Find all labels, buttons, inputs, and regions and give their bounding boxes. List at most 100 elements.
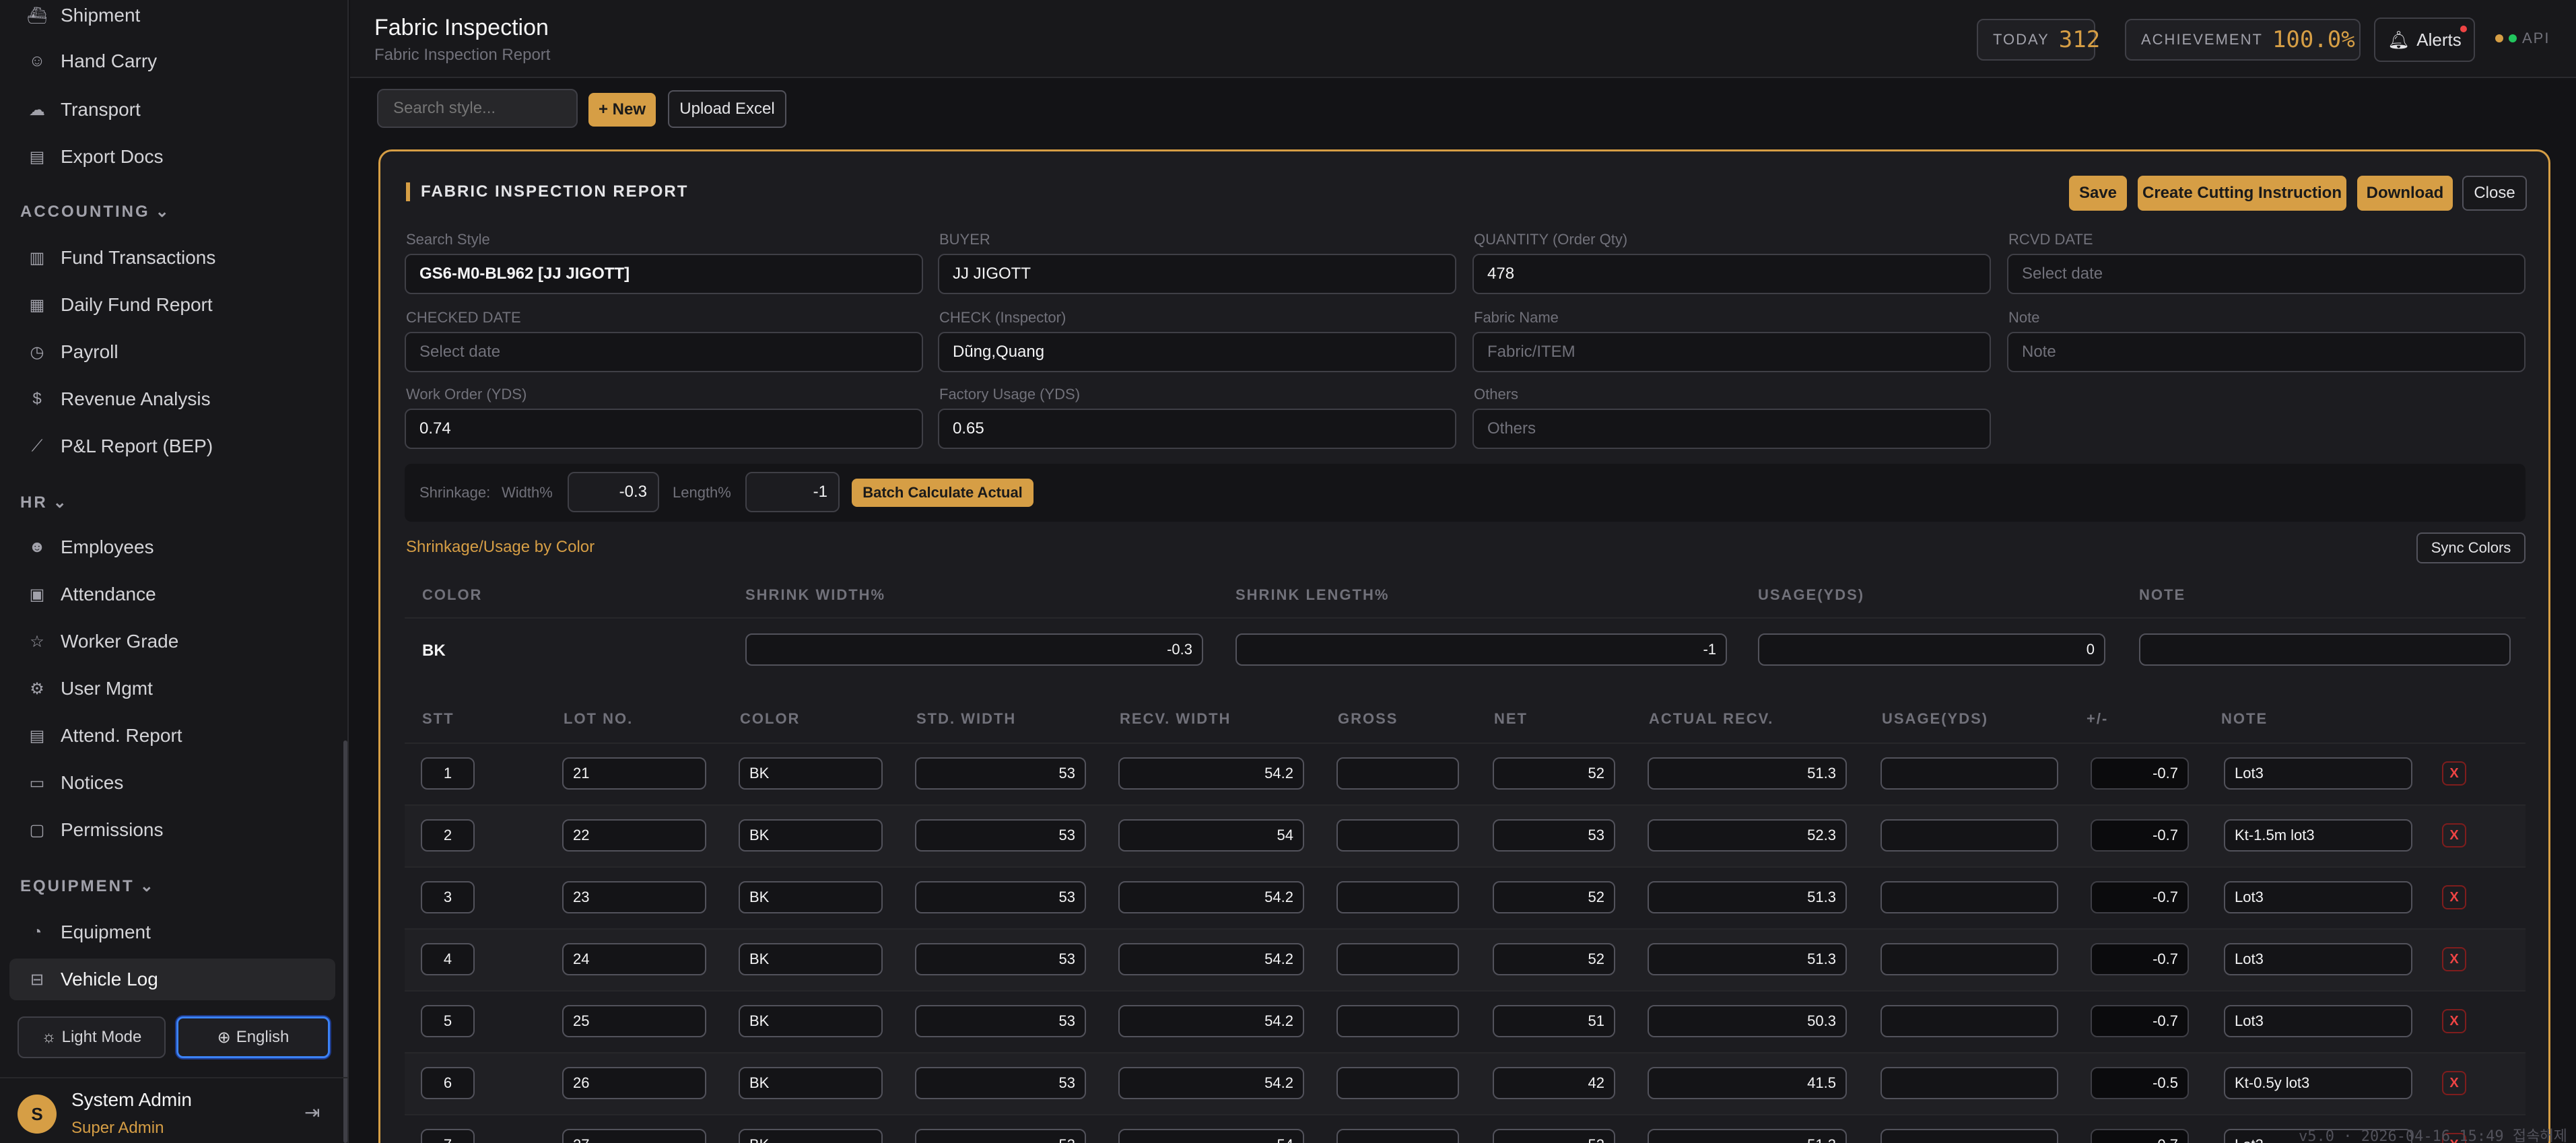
usage-input[interactable] bbox=[1880, 819, 2058, 852]
actual-recv-input[interactable]: 51.3 bbox=[1648, 757, 1847, 790]
usage-input[interactable] bbox=[1880, 757, 2058, 790]
sidebar-item[interactable]: ▥ Fund Transactions bbox=[9, 237, 335, 279]
net-input[interactable]: 52 bbox=[1493, 943, 1615, 975]
color-input[interactable]: BK bbox=[739, 819, 883, 852]
lot-no-input[interactable]: 22 bbox=[562, 819, 706, 852]
note-input[interactable]: Kt-1.5m lot3 bbox=[2224, 819, 2412, 852]
color-input[interactable]: BK bbox=[739, 1067, 883, 1099]
std-width-input[interactable]: 53 bbox=[915, 1067, 1086, 1099]
gross-input[interactable] bbox=[1336, 881, 1459, 913]
color-usage-input[interactable]: 0 bbox=[1758, 633, 2105, 666]
factory-usage-field[interactable]: 0.65 bbox=[938, 409, 1456, 449]
actual-recv-input[interactable]: 51.3 bbox=[1648, 943, 1847, 975]
sidebar-item[interactable]: ◔ Equipment bbox=[9, 911, 335, 953]
stt-input[interactable]: 2 bbox=[421, 819, 475, 852]
sidebar-section-header[interactable]: HR ⌄ bbox=[20, 493, 69, 512]
color-input[interactable]: BK bbox=[739, 757, 883, 790]
note-input[interactable]: Lot3 bbox=[2224, 881, 2412, 913]
upload-excel-button[interactable]: Upload Excel bbox=[668, 90, 786, 128]
light-mode-button[interactable]: ☼ Light Mode bbox=[18, 1016, 166, 1058]
shrink-width-input[interactable]: -0.3 bbox=[568, 472, 659, 512]
lot-no-input[interactable]: 26 bbox=[562, 1067, 706, 1099]
diff-input[interactable]: -0.5 bbox=[2091, 1067, 2189, 1099]
std-width-input[interactable]: 53 bbox=[915, 881, 1086, 913]
net-input[interactable]: 52 bbox=[1493, 1129, 1615, 1143]
gross-input[interactable] bbox=[1336, 1067, 1459, 1099]
gross-input[interactable] bbox=[1336, 1129, 1459, 1143]
usage-input[interactable] bbox=[1880, 1067, 2058, 1099]
recv-width-input[interactable]: 54.2 bbox=[1118, 881, 1304, 913]
gross-input[interactable] bbox=[1336, 943, 1459, 975]
sidebar-item[interactable]: ☆ Worker Grade bbox=[9, 621, 335, 662]
save-button[interactable]: Save bbox=[2069, 176, 2127, 211]
delete-row-button[interactable]: X bbox=[2442, 885, 2466, 909]
sidebar-item[interactable]: ◷ Payroll bbox=[9, 331, 335, 373]
sidebar-section-header[interactable]: ACCOUNTING ⌄ bbox=[20, 202, 171, 221]
std-width-input[interactable]: 53 bbox=[915, 1129, 1086, 1143]
actual-recv-input[interactable]: 51.3 bbox=[1648, 1129, 1847, 1143]
diff-input[interactable]: -0.7 bbox=[2091, 1129, 2189, 1143]
search-style-field[interactable]: GS6-M0-BL962 [JJ JIGOTT] bbox=[405, 254, 923, 294]
sidebar-section-header[interactable]: EQUIPMENT ⌄ bbox=[20, 876, 156, 896]
stt-input[interactable]: 4 bbox=[421, 943, 475, 975]
color-input[interactable]: BK bbox=[739, 1129, 883, 1143]
sidebar-item[interactable]: ▤ Attend. Report bbox=[9, 715, 335, 757]
sidebar-item[interactable]: ☻ Employees bbox=[9, 526, 335, 568]
delete-row-button[interactable]: X bbox=[2442, 761, 2466, 786]
color-shrink-length-input[interactable]: -1 bbox=[1235, 633, 1727, 666]
delete-row-button[interactable]: X bbox=[2442, 1071, 2466, 1095]
batch-calculate-button[interactable]: Batch Calculate Actual bbox=[852, 479, 1033, 507]
stt-input[interactable]: 3 bbox=[421, 881, 475, 913]
sidebar-item[interactable]: ⛴ Shipment bbox=[9, 0, 335, 36]
net-input[interactable]: 51 bbox=[1493, 1005, 1615, 1037]
stt-input[interactable]: 6 bbox=[421, 1067, 475, 1099]
recv-width-input[interactable]: 54.2 bbox=[1118, 943, 1304, 975]
sidebar-item[interactable]: $ Revenue Analysis bbox=[9, 378, 335, 420]
sidebar-item[interactable]: ▢ Permissions bbox=[9, 809, 335, 851]
delete-row-button[interactable]: X bbox=[2442, 823, 2466, 847]
std-width-input[interactable]: 53 bbox=[915, 943, 1086, 975]
buyer-field[interactable]: JJ JIGOTT bbox=[938, 254, 1456, 294]
color-input[interactable]: BK bbox=[739, 943, 883, 975]
actual-recv-input[interactable]: 51.3 bbox=[1648, 881, 1847, 913]
inspector-field[interactable]: Dũng,Quang bbox=[938, 332, 1456, 372]
sidebar-item[interactable]: ⟋ P&L Report (BEP) bbox=[9, 425, 335, 467]
new-button[interactable]: + New bbox=[588, 93, 656, 127]
sidebar-item[interactable]: ▭ Notices bbox=[9, 762, 335, 804]
recv-width-input[interactable]: 54 bbox=[1118, 819, 1304, 852]
fabric-name-field[interactable]: Fabric/ITEM bbox=[1472, 332, 1991, 372]
note-field[interactable]: Note bbox=[2007, 332, 2526, 372]
color-input[interactable]: BK bbox=[739, 881, 883, 913]
actual-recv-input[interactable]: 41.5 bbox=[1648, 1067, 1847, 1099]
sidebar-item[interactable]: ⚙ User Mgmt bbox=[9, 668, 335, 709]
sidebar-item[interactable]: ☁ Transport bbox=[9, 89, 335, 131]
usage-input[interactable] bbox=[1880, 1005, 2058, 1037]
recv-width-input[interactable]: 54.2 bbox=[1118, 1067, 1304, 1099]
net-input[interactable]: 42 bbox=[1493, 1067, 1615, 1099]
gross-input[interactable] bbox=[1336, 757, 1459, 790]
net-input[interactable]: 52 bbox=[1493, 881, 1615, 913]
lot-no-input[interactable]: 24 bbox=[562, 943, 706, 975]
others-field[interactable]: Others bbox=[1472, 409, 1991, 449]
actual-recv-input[interactable]: 50.3 bbox=[1648, 1005, 1847, 1037]
usage-input[interactable] bbox=[1880, 881, 2058, 913]
sidebar-item[interactable]: ⊟ Vehicle Log bbox=[9, 959, 335, 1000]
recv-width-input[interactable]: 54.2 bbox=[1118, 757, 1304, 790]
usage-input[interactable] bbox=[1880, 943, 2058, 975]
lot-no-input[interactable]: 25 bbox=[562, 1005, 706, 1037]
sidebar-item[interactable]: ▤ Export Docs bbox=[9, 136, 335, 178]
alerts-button[interactable]: 🔔︎ Alerts bbox=[2374, 18, 2475, 62]
download-button[interactable]: Download bbox=[2357, 176, 2453, 211]
recv-width-input[interactable]: 54.2 bbox=[1118, 1005, 1304, 1037]
lot-no-input[interactable]: 21 bbox=[562, 757, 706, 790]
logout-icon[interactable]: ⇥ bbox=[304, 1101, 320, 1123]
sidebar-item[interactable]: ▦ Daily Fund Report bbox=[9, 284, 335, 326]
shrink-length-input[interactable]: -1 bbox=[745, 472, 840, 512]
note-input[interactable]: Lot3 bbox=[2224, 757, 2412, 790]
sync-colors-button[interactable]: Sync Colors bbox=[2416, 532, 2526, 563]
delete-row-button[interactable]: X bbox=[2442, 1009, 2466, 1033]
diff-input[interactable]: -0.7 bbox=[2091, 943, 2189, 975]
std-width-input[interactable]: 53 bbox=[915, 819, 1086, 852]
color-note-input[interactable] bbox=[2139, 633, 2511, 666]
recv-width-input[interactable]: 54 bbox=[1118, 1129, 1304, 1143]
